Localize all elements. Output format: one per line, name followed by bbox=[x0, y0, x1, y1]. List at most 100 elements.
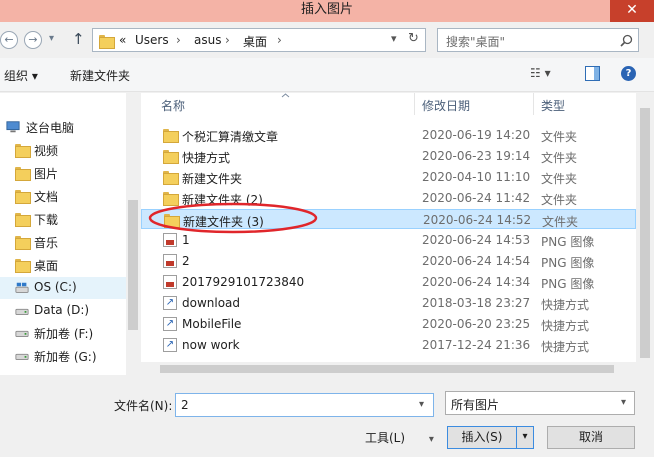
address-separator[interactable]: › bbox=[225, 33, 230, 47]
sidebar-item-pictures[interactable]: 图片 bbox=[0, 162, 126, 184]
back-button[interactable]: ← bbox=[0, 31, 18, 49]
png-image-icon bbox=[163, 275, 177, 289]
file-date: 2020-06-24 11:42 bbox=[422, 191, 531, 205]
file-list-scrollbar-thumb[interactable] bbox=[640, 108, 650, 358]
file-row[interactable]: 新建文件夹 2020-04-10 11:10 文件夹 bbox=[141, 167, 636, 187]
pictures-folder-icon bbox=[15, 166, 31, 181]
recent-locations-dropdown[interactable]: ▾ bbox=[49, 33, 54, 44]
file-row[interactable]: 2 2020-06-24 14:54 PNG 图像 bbox=[141, 251, 636, 271]
sidebar-item-videos[interactable]: 视频 bbox=[0, 139, 126, 161]
filename-value[interactable]: 2 bbox=[181, 398, 189, 412]
address-segment-desktop[interactable]: 桌面 bbox=[243, 33, 267, 50]
file-row[interactable]: 个税汇算清缴文章 2020-06-19 14:20 文件夹 bbox=[141, 125, 636, 145]
os-drive-icon bbox=[15, 282, 29, 293]
shortcut-icon: ↗ bbox=[163, 317, 177, 331]
file-type: PNG 图像 bbox=[541, 235, 595, 249]
shortcut-icon: ↗ bbox=[163, 296, 177, 310]
filename-dropdown-icon[interactable]: ▾ bbox=[419, 399, 424, 410]
file-type: 文件夹 bbox=[542, 215, 579, 229]
organize-menu[interactable]: 组织 ▾ bbox=[4, 67, 38, 84]
tools-label[interactable]: 工具(L) bbox=[365, 431, 405, 445]
sidebar-item-desktop[interactable]: 桌面 bbox=[0, 254, 126, 276]
sidebar-scrollbar-thumb[interactable] bbox=[128, 200, 138, 330]
insert-button[interactable]: 插入(S) bbox=[447, 426, 517, 449]
sidebar-item-volume-g[interactable]: 新加卷 (G:) bbox=[0, 345, 126, 367]
horizontal-scrollbar-thumb[interactable] bbox=[160, 365, 614, 373]
insert-options-dropdown[interactable]: ▾ bbox=[516, 426, 534, 449]
new-folder-button[interactable]: 新建文件夹 bbox=[70, 67, 130, 84]
sidebar-item-volume-f[interactable]: 新加卷 (F:) bbox=[0, 322, 126, 344]
file-date: 2020-06-23 19:14 bbox=[422, 149, 531, 163]
drive-icon bbox=[15, 308, 29, 315]
filename-label: 文件名(N): bbox=[114, 399, 173, 413]
highlight-ellipse bbox=[148, 202, 318, 234]
view-options-button[interactable]: ☷ ▾ bbox=[530, 66, 551, 80]
cancel-button[interactable]: 取消 bbox=[547, 426, 635, 449]
sidebar-item-label: 音乐 bbox=[34, 236, 59, 250]
column-divider[interactable] bbox=[414, 93, 415, 115]
search-box[interactable]: 搜索"桌面" bbox=[437, 28, 639, 52]
file-name: now work bbox=[182, 338, 240, 352]
filter-value[interactable]: 所有图片 bbox=[451, 396, 499, 413]
folder-icon bbox=[163, 149, 179, 164]
sidebar-item-downloads[interactable]: 下载 bbox=[0, 208, 126, 230]
sidebar-item-this-pc[interactable]: 这台电脑 bbox=[0, 116, 126, 138]
preview-pane-icon[interactable] bbox=[585, 66, 600, 81]
sidebar-item-music[interactable]: 音乐 bbox=[0, 231, 126, 253]
file-date: 2017-12-24 21:36 bbox=[422, 338, 531, 352]
address-separator[interactable]: › bbox=[176, 33, 181, 47]
address-segment-users[interactable]: Users bbox=[135, 33, 169, 47]
file-row[interactable]: 2017929101723840 2020-06-24 14:34 PNG 图像 bbox=[141, 272, 636, 292]
file-date: 2020-06-24 14:53 bbox=[422, 233, 531, 247]
sidebar-item-label: OS (C:) bbox=[34, 280, 77, 294]
address-bar[interactable]: « Users › asus › 桌面 › ▾ ↻ bbox=[92, 28, 426, 52]
column-date[interactable]: 修改日期 bbox=[422, 97, 470, 114]
column-name[interactable]: 名称 bbox=[161, 97, 185, 114]
drive-icon bbox=[15, 330, 29, 337]
file-row[interactable]: ↗ download 2018-03-18 23:27 快捷方式 bbox=[141, 293, 636, 313]
filename-input[interactable]: 2 ▾ bbox=[175, 393, 434, 417]
file-date: 2020-06-20 23:25 bbox=[422, 317, 531, 331]
file-name: 新建文件夹 bbox=[182, 172, 243, 186]
address-separator[interactable]: › bbox=[277, 33, 282, 47]
up-button[interactable]: ↑ bbox=[72, 30, 85, 48]
file-date: 2018-03-18 23:27 bbox=[422, 296, 531, 310]
tools-menu[interactable]: 工具(L) ▾ bbox=[365, 429, 434, 446]
downloads-folder-icon bbox=[15, 212, 31, 227]
file-name: MobileFile bbox=[182, 317, 242, 331]
file-type: 快捷方式 bbox=[541, 319, 590, 333]
column-divider[interactable] bbox=[533, 93, 534, 115]
file-name: 2 bbox=[182, 254, 190, 268]
sidebar-item-os-c[interactable]: OS (C:) bbox=[0, 277, 126, 299]
column-type[interactable]: 类型 bbox=[541, 97, 565, 114]
address-overflow[interactable]: « bbox=[119, 33, 126, 47]
tools-dropdown-icon[interactable]: ▾ bbox=[429, 434, 434, 445]
address-folder-icon bbox=[99, 34, 115, 49]
sidebar-item-label: 下载 bbox=[34, 213, 59, 227]
sidebar-item-documents[interactable]: 文档 bbox=[0, 185, 126, 207]
search-icon[interactable] bbox=[620, 34, 633, 47]
file-row[interactable]: 快捷方式 2020-06-23 19:14 文件夹 bbox=[141, 146, 636, 166]
file-type-filter[interactable]: 所有图片 ▾ bbox=[445, 391, 635, 415]
drive-icon bbox=[15, 353, 29, 360]
filter-dropdown-icon[interactable]: ▾ bbox=[621, 397, 626, 408]
search-placeholder[interactable]: 搜索"桌面" bbox=[446, 33, 505, 50]
sort-ascending-icon bbox=[281, 93, 290, 98]
forward-button[interactable]: → bbox=[24, 31, 42, 49]
refresh-icon[interactable]: ↻ bbox=[408, 31, 419, 46]
file-date: 2020-06-24 14:52 bbox=[423, 213, 532, 227]
file-type: 文件夹 bbox=[541, 193, 578, 207]
address-history-dropdown[interactable]: ▾ bbox=[391, 32, 397, 45]
help-button[interactable]: ? bbox=[621, 66, 636, 81]
file-row[interactable]: ↗ now work 2017-12-24 21:36 快捷方式 bbox=[141, 335, 636, 355]
file-type: 快捷方式 bbox=[541, 298, 590, 312]
address-segment-asus[interactable]: asus bbox=[194, 33, 221, 47]
file-name: 1 bbox=[182, 233, 190, 247]
sidebar-item-label: 图片 bbox=[34, 167, 59, 181]
file-name: 2017929101723840 bbox=[182, 275, 305, 289]
close-button[interactable]: ✕ bbox=[610, 0, 654, 22]
file-row[interactable]: ↗ MobileFile 2020-06-20 23:25 快捷方式 bbox=[141, 314, 636, 334]
file-type: 快捷方式 bbox=[541, 340, 590, 354]
sidebar-item-data-d[interactable]: Data (D:) bbox=[0, 300, 126, 322]
file-date: 2020-04-10 11:10 bbox=[422, 170, 531, 184]
